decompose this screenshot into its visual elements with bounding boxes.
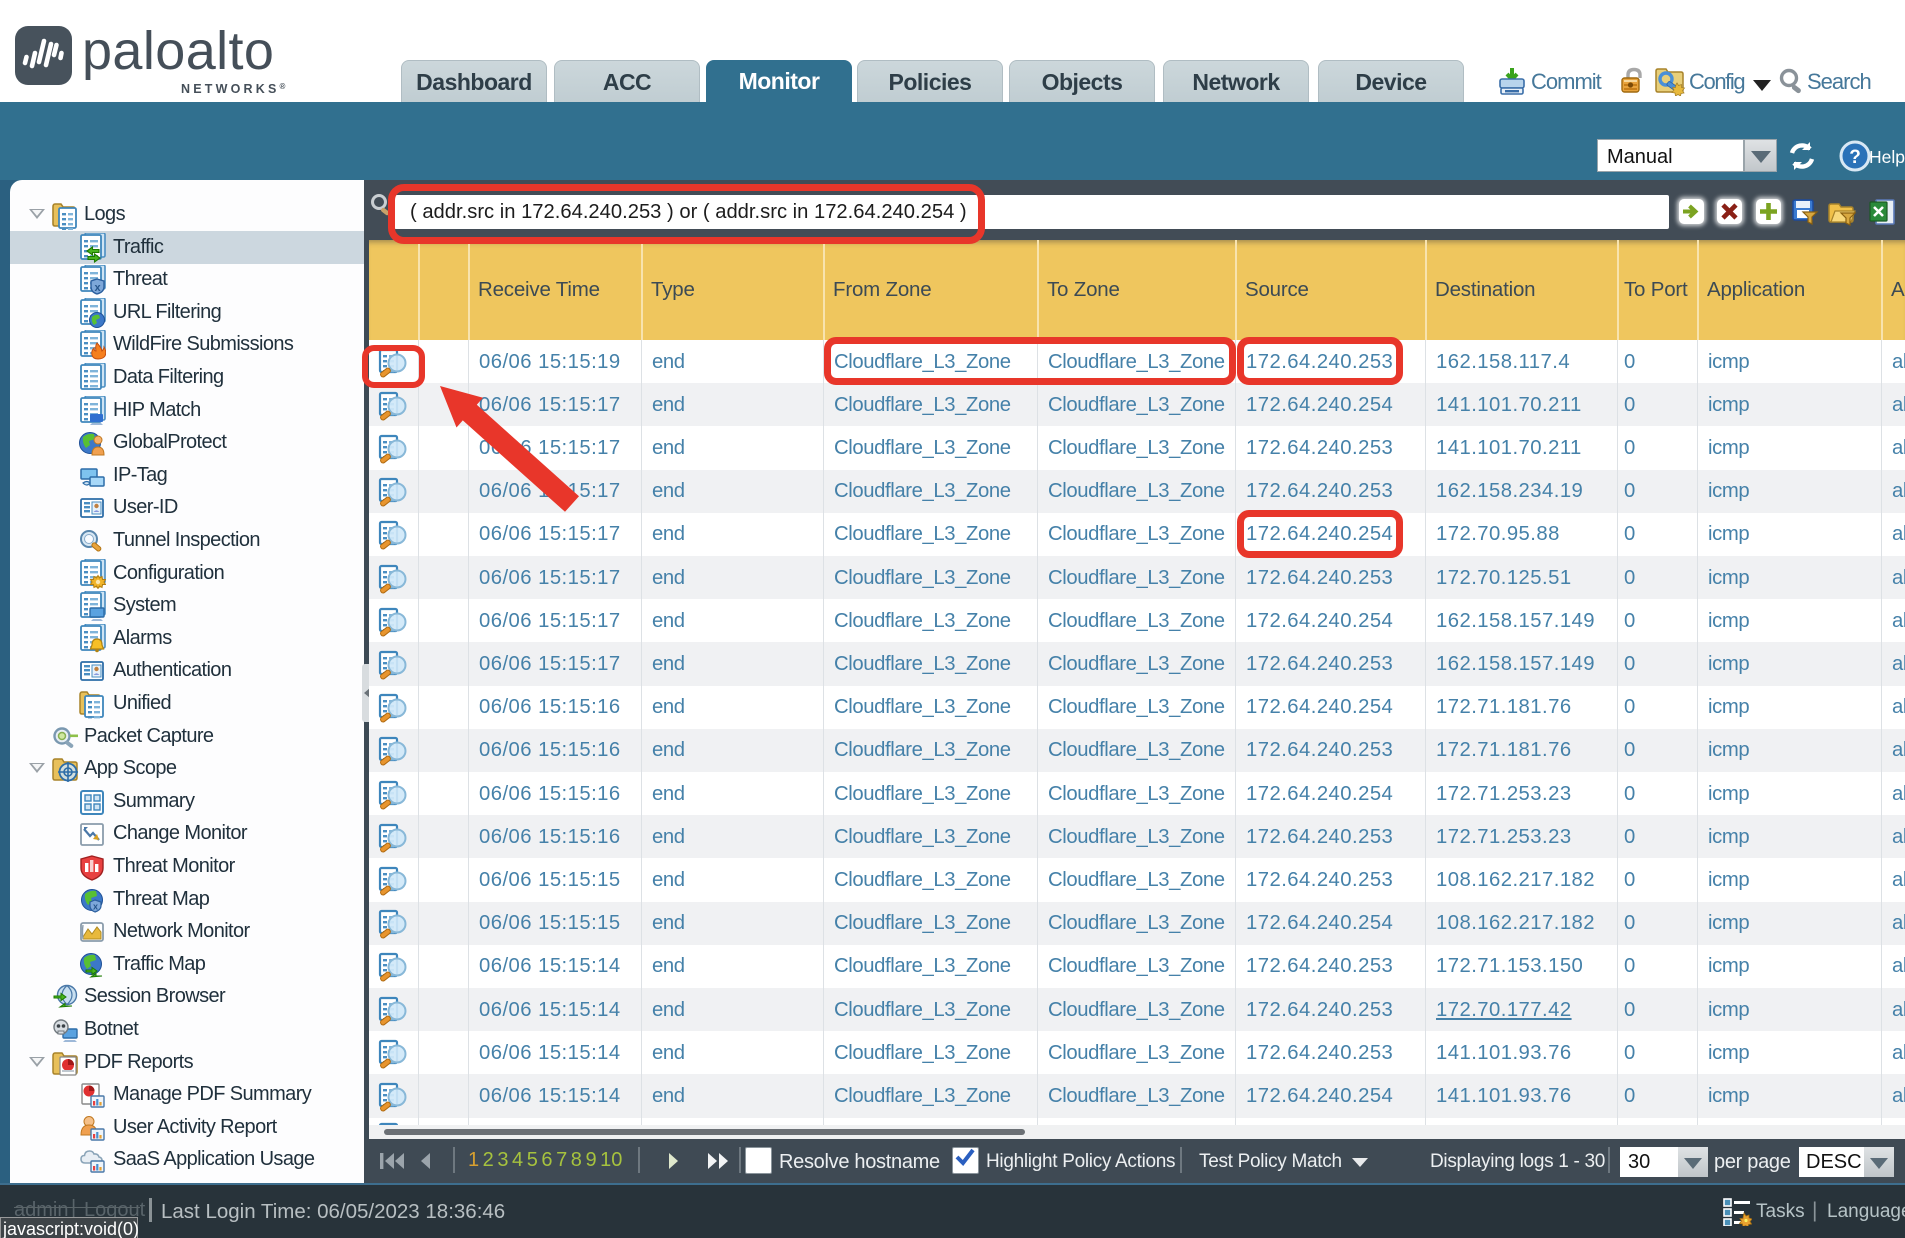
svg-text:x: x: [94, 282, 101, 294]
svg-text:?: ?: [1849, 147, 1861, 168]
svg-text:x: x: [93, 901, 98, 911]
